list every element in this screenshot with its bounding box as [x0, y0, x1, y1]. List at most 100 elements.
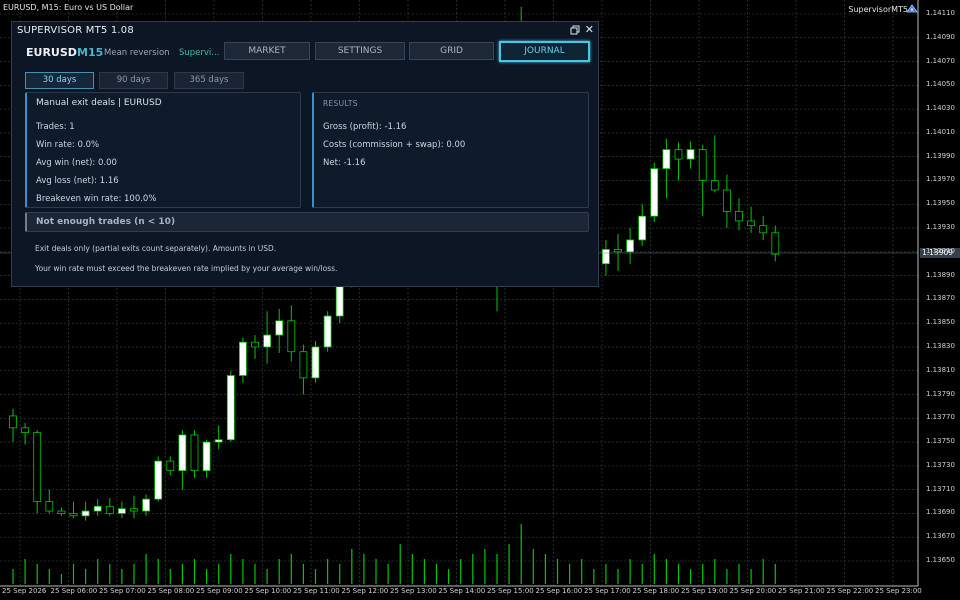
price-tick-label: 1.14010 — [926, 127, 955, 136]
time-tick-label: 25 Sep 07:00 — [99, 587, 146, 595]
candle-body — [287, 320, 296, 353]
time-tick-label: 25 Sep 21:00 — [778, 587, 825, 595]
candle-body — [626, 239, 634, 253]
supervisor-panel[interactable]: SUPERVISOR MT5 1.08 ✕ EURUSD M15 Mean re… — [11, 21, 599, 287]
candle-body — [190, 434, 199, 472]
candle-body — [81, 510, 90, 517]
candle-body — [602, 249, 610, 265]
time-tick-label: 25 Sep 10:00 — [244, 587, 292, 595]
candle-body — [214, 439, 223, 443]
results-card: RESULTS Gross (profit): -1.16 Costs (com… — [312, 92, 589, 208]
header-strategy: Mean reversion — [104, 48, 170, 58]
time-tick-label: 25 Sep 06:00 — [50, 587, 98, 595]
price-tick-label: 1.14030 — [926, 104, 955, 113]
range-30-days[interactable]: 30 days — [25, 72, 94, 89]
time-tick-label: 25 Sep 22:00 — [826, 587, 874, 595]
stats-card: Manual exit deals | EURUSD Trades: 1 Win… — [25, 92, 301, 208]
tab-market[interactable]: MARKET — [224, 42, 310, 60]
header-symbol: EURUSD — [26, 46, 77, 59]
time-tick-label: 25 Sep 09:00 — [196, 587, 243, 595]
price-tick-label: 1.13690 — [926, 508, 955, 517]
tab-journal[interactable]: JOURNAL — [499, 41, 590, 62]
panel-titlebar[interactable]: SUPERVISOR MT5 1.08 ✕ — [12, 22, 598, 39]
volume-bars — [12, 524, 776, 584]
price-tick-label: 1.13950 — [926, 199, 955, 208]
price-tick-label: 1.14110 — [926, 9, 955, 17]
result-costs: Costs (commission + swap): 0.00 — [323, 140, 466, 150]
candle-body — [771, 232, 780, 255]
stat-avg-loss: Avg loss (net): 1.16 — [36, 176, 119, 186]
candle-body — [93, 505, 102, 512]
time-tick-label: 25 Sep 16:00 — [535, 587, 583, 595]
price-tick-label: 1.14090 — [926, 32, 955, 41]
price-tick-label: 1.13830 — [926, 341, 955, 350]
candle-body — [69, 513, 78, 517]
candle-body — [335, 282, 344, 317]
candle-body — [226, 375, 235, 441]
range-365-days[interactable]: 365 days — [174, 72, 244, 89]
candle-body — [662, 149, 671, 169]
price-tick-label: 1.14050 — [926, 80, 955, 89]
price-tick-label: 1.13770 — [926, 413, 955, 422]
candle-body — [650, 168, 659, 217]
candle-body — [142, 498, 151, 512]
candle-body — [723, 189, 731, 212]
stat-avg-win: Avg win (net): 0.00 — [36, 158, 117, 168]
candle-body — [154, 460, 163, 500]
candle-body — [238, 341, 247, 376]
result-net: Net: -1.16 — [323, 158, 366, 168]
candle-body — [698, 149, 707, 181]
tab-grid[interactable]: GRID — [409, 42, 494, 60]
candle-body — [9, 415, 17, 429]
candle-body — [251, 341, 259, 348]
candle-body — [57, 510, 66, 514]
price-tick-label: 1.13650 — [926, 556, 955, 564]
candle-body — [275, 320, 284, 336]
candle-body — [323, 315, 332, 348]
time-tick-label: 25 Sep 13:00 — [390, 587, 437, 595]
range-90-days[interactable]: 90 days — [99, 72, 168, 89]
price-tick-label: 1.13790 — [926, 389, 955, 398]
time-tick-label: 25 Sep 12:00 — [341, 587, 389, 595]
stats-title: Manual exit deals | EURUSD — [36, 98, 162, 108]
stat-win-rate: Win rate: 0.0% — [36, 140, 100, 150]
candle-body — [759, 225, 768, 234]
time-tick-label: 25 Sep 23:00 — [875, 587, 922, 595]
expert-advisor-name: SupervisorMT5 — [848, 5, 908, 14]
price-tick-label: 1.13670 — [926, 532, 955, 541]
price-tick-label: 1.13930 — [926, 223, 955, 232]
candle-body — [710, 180, 719, 191]
price-tick-label: 1.13990 — [926, 151, 955, 160]
result-gross: Gross (profit): -1.16 — [323, 122, 407, 132]
price-tick-label: 1.14070 — [926, 56, 955, 65]
candle-body — [686, 149, 695, 160]
time-tick-label: 25 Sep 08:00 — [147, 587, 195, 595]
candle-body — [178, 434, 187, 472]
candle-body — [105, 505, 114, 514]
expert-advisor-hat-icon[interactable] — [906, 3, 918, 15]
price-tick-label: 1.13890 — [926, 270, 955, 279]
candle-body — [747, 220, 755, 227]
candle-body — [45, 501, 54, 512]
time-tick-label: 25 Sep 11:00 — [293, 587, 340, 595]
candle-body — [735, 210, 743, 222]
candle-body — [299, 351, 308, 379]
status-banner-text: Not enough trades (n < 10) — [36, 217, 176, 227]
time-tick-label: 25 Sep 17:00 — [584, 587, 631, 595]
header-supervisor-status: Supervi... — [179, 48, 220, 58]
price-tick-label: 1.13970 — [926, 175, 955, 184]
price-tick-label: 1.13910 — [926, 246, 955, 255]
time-tick-label: 25 Sep 19:00 — [681, 587, 728, 595]
candle-body — [614, 249, 622, 253]
close-icon[interactable]: ✕ — [585, 23, 594, 36]
price-tick-label: 1.13710 — [926, 484, 955, 493]
time-tick-label: 25 Sep 14:00 — [438, 587, 486, 595]
candle-body — [638, 215, 647, 241]
candle-body — [21, 427, 30, 433]
time-tick-label: 25 Sep 20:00 — [729, 587, 777, 595]
stat-breakeven-win-rate: Breakeven win rate: 100.0% — [36, 194, 157, 204]
price-tick-label: 1.13810 — [926, 365, 955, 374]
restore-window-icon[interactable] — [570, 25, 580, 35]
tab-settings[interactable]: SETTINGS — [315, 42, 405, 60]
candle-body — [263, 334, 272, 348]
